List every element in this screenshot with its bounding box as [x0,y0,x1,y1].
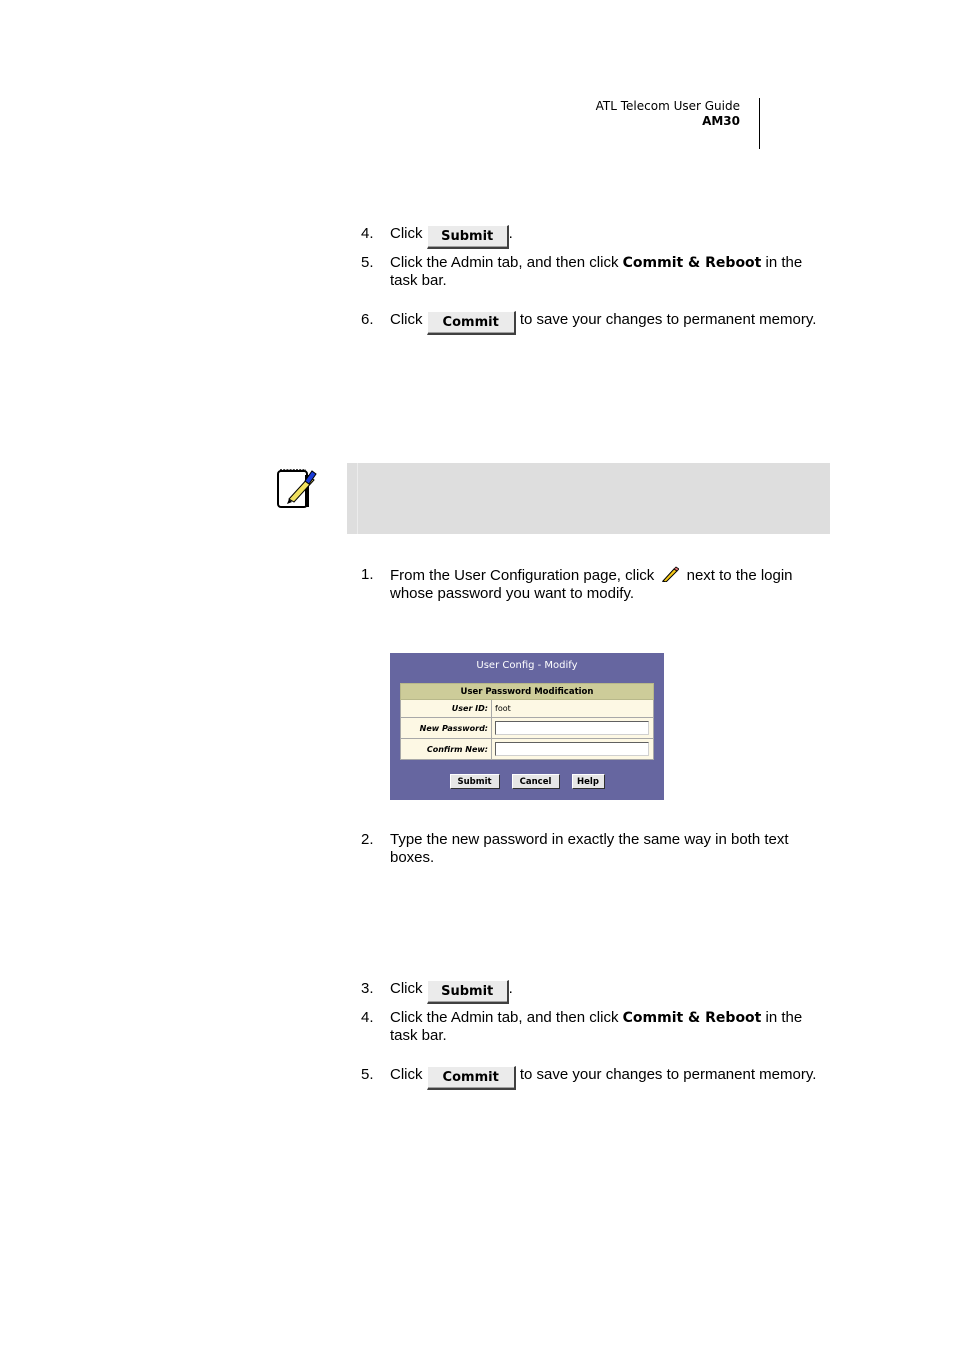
header-divider [759,98,760,149]
dialog-title: User Config - Modify [476,660,578,671]
model-name: AM30 [702,114,740,128]
table-header: User Password Modification [400,683,654,700]
dialog-buttons: Submit Cancel Help [390,774,664,789]
pencil-edit-icon [661,566,681,583]
note-box-strip [357,463,358,534]
dialog-cancel-button[interactable]: Cancel [511,774,560,789]
step-item: 5. Click the Admin tab, and then click C… [361,254,803,289]
commit-reboot-label: Commit & Reboot [622,255,762,271]
step-item: 5. Click Commit to save your changes to … [361,1066,831,1090]
commit-button-image: Commit [426,1066,516,1090]
guide-title: ATL Telecom User Guide [595,99,740,113]
table-row: Confirm New: [400,738,654,760]
step-item: 3. Click Submit. [361,980,831,1004]
password-modification-table: User Password Modification User ID: foot… [400,683,654,760]
page-header: ATL Telecom User Guide AM30 [596,99,740,129]
commit-reboot-label: Commit & Reboot [622,1010,762,1026]
user-id-label: User ID: [400,699,492,718]
step-item: 2. Type the new password in exactly the … [361,831,789,866]
new-password-field[interactable] [495,721,649,735]
confirm-new-label: Confirm New: [400,738,492,760]
note-box [347,463,830,534]
step-item: 1. From the User Configuration page, cli… [361,566,793,602]
step-item: 6. Click Commit to save your changes to … [361,311,831,335]
submit-button-image: Submit [426,225,509,249]
submit-button-image: Submit [426,980,509,1004]
confirm-new-field[interactable] [495,742,649,756]
user-id-value: foot [491,699,654,718]
step-item: 4. Click Submit. [361,225,831,249]
table-row: New Password: [400,717,654,739]
new-password-label: New Password: [400,717,492,739]
commit-button-image: Commit [426,311,516,335]
dialog-submit-button[interactable]: Submit [449,774,500,789]
step-item: 4. Click the Admin tab, and then click C… [361,1009,803,1044]
note-pad-pen-icon [277,467,317,509]
user-config-modify-dialog: User Config - Modify User Password Modif… [390,653,664,800]
table-row: User ID: foot [400,699,654,718]
dialog-help-button[interactable]: Help [571,774,605,789]
